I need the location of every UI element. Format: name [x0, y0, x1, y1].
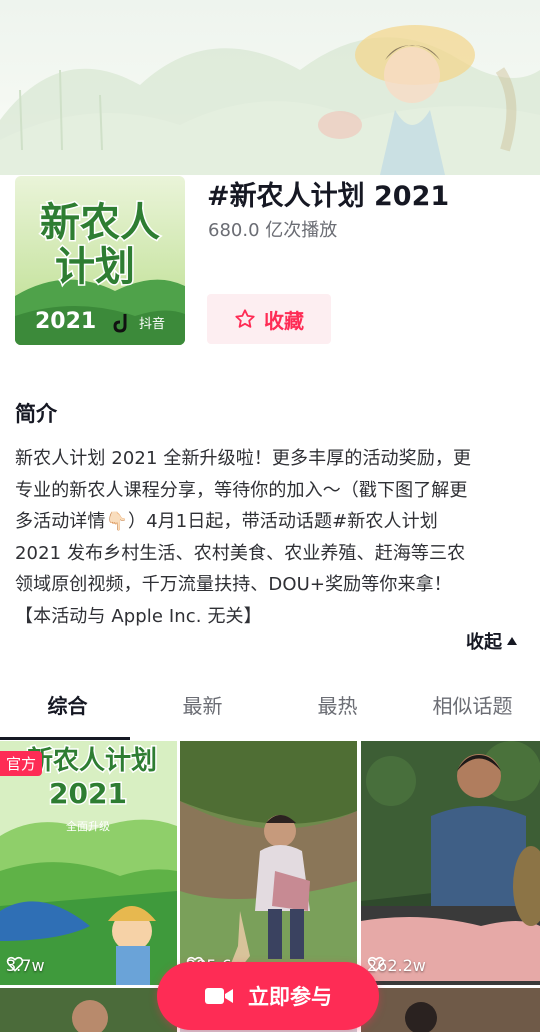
intro-line: 领域原创视频，千万流量扶持、DOU+奖励等你来拿！	[15, 574, 452, 595]
star-icon	[235, 309, 255, 328]
tab-similar-topics[interactable]: 相似话题	[405, 690, 540, 732]
topic-title: #新农人计划 2021	[207, 181, 450, 212]
intro-line: 专业的新农人课程分享，等待你的加入～（戳下图了解更	[15, 479, 468, 501]
video-thumbnail	[361, 988, 540, 1032]
video-thumbnail	[361, 741, 540, 985]
heart-icon	[367, 956, 385, 972]
intro-heading: 简介	[15, 402, 57, 426]
intro-text: 新农人计划 2021 全新升级啦！更多丰厚的活动奖励，更 专业的新农人课程分享，…	[15, 443, 530, 632]
tab-bar: 综合 最新 最热 相似话题	[0, 690, 540, 740]
tab-comprehensive[interactable]: 综合	[0, 690, 135, 740]
video-card[interactable]: 262.2w	[361, 741, 540, 985]
video-card[interactable]: 新农人计划 2021 全面升级 官方 3.7w	[0, 741, 177, 985]
video-card[interactable]	[0, 988, 177, 1032]
collapse-button[interactable]: 收起	[466, 628, 518, 654]
heart-icon	[6, 956, 24, 972]
favorite-button[interactable]: 收藏	[207, 294, 331, 344]
thumbnail-title: 新农人计划	[27, 745, 157, 776]
video-thumbnail	[0, 988, 177, 1032]
join-button[interactable]: 立即参与	[157, 962, 379, 1030]
topic-banner	[0, 0, 540, 175]
cover-year: 2021	[35, 309, 96, 334]
video-thumbnail	[180, 741, 357, 985]
intro-line: 【本活动与 Apple Inc. 无关】	[15, 605, 262, 627]
favorite-label: 收藏	[264, 308, 304, 333]
tab-hottest[interactable]: 最热	[270, 690, 405, 732]
topic-cover-image: 新农人 计划 2021 抖音	[15, 176, 185, 345]
thumbnail-subtitle: 全面升级	[66, 819, 110, 833]
triangle-up-icon	[507, 637, 517, 645]
cover-brand: 抖音	[139, 316, 165, 332]
thumbnail-year: 2021	[49, 777, 127, 810]
intro-line: 2021 发布乡村生活、农村美食、农业养殖、赶海等三农	[15, 542, 466, 564]
cover-title-line2: 计划	[55, 244, 135, 290]
play-count: 680.0 亿次播放	[208, 220, 338, 241]
like-count: 3.7w	[6, 956, 45, 975]
join-label: 立即参与	[248, 985, 332, 1009]
video-thumbnail: 新农人计划 2021 全面升级	[0, 741, 177, 985]
collapse-label: 收起	[466, 632, 502, 653]
official-badge: 官方	[0, 751, 43, 776]
tab-latest[interactable]: 最新	[135, 690, 270, 732]
intro-line: 多活动详情👇🏻）4月1日起，带活动话题#新农人计划	[15, 511, 438, 532]
like-count: 262.2w	[367, 956, 426, 975]
cover-title-line1: 新农人	[40, 200, 160, 246]
video-card[interactable]: 285.6w	[180, 741, 357, 985]
intro-line: 新农人计划 2021 全新升级啦！更多丰厚的活动奖励，更	[15, 448, 472, 469]
video-camera-icon	[205, 988, 233, 1004]
video-card[interactable]	[361, 988, 540, 1032]
